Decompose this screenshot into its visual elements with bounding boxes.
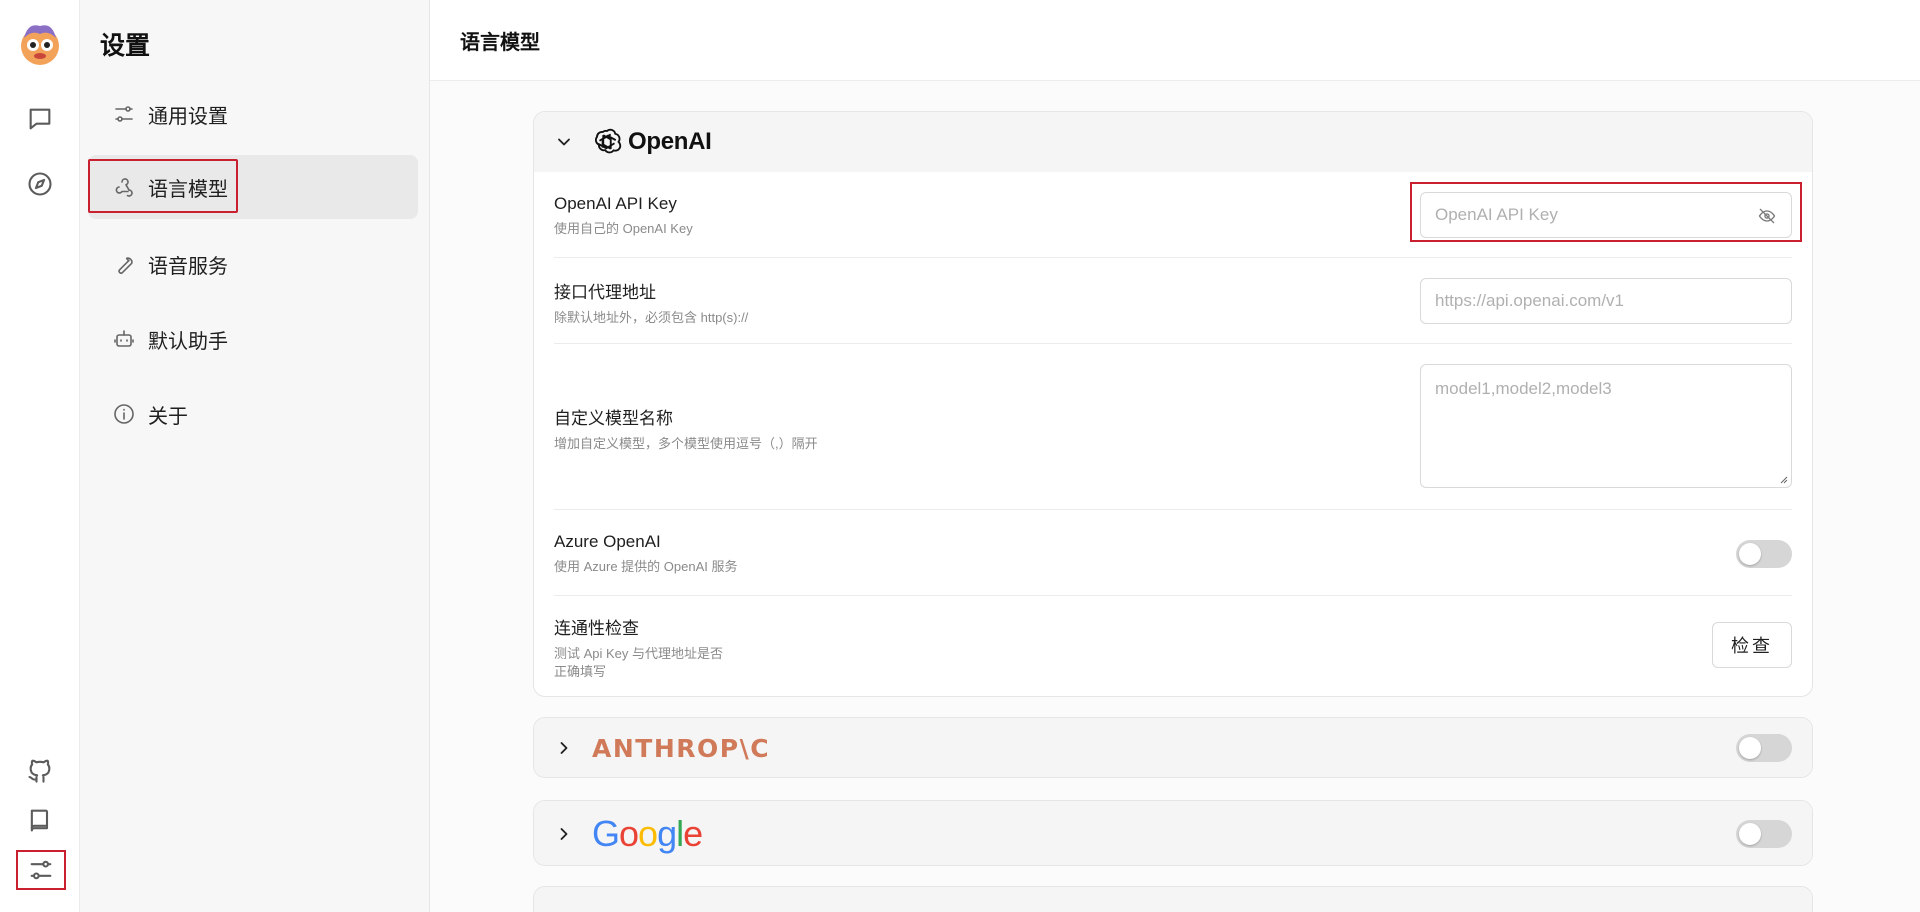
azure-desc: 使用 Azure 提供的 OpenAI 服务 [554,559,738,574]
toggle-knob [1739,543,1761,565]
google-letter: G [592,813,620,854]
api-key-title: OpenAI API Key [554,194,677,213]
google-letter: g [657,813,677,854]
sidebar-item-label: 默认助手 [148,330,228,353]
check-title: 连通性检查 [554,619,639,638]
next-provider-card [533,886,1813,912]
app-logo-avatar[interactable] [18,20,62,68]
github-nav-button[interactable] [20,750,60,790]
sidebar-item-label: 语言模型 [148,178,228,201]
proxy-desc: 除默认地址外，必须包含 http(s):// [554,310,749,325]
api-key-desc: 使用自己的 OpenAI Key [554,221,693,236]
sidebar-item-label: 语音服务 [148,255,228,278]
proxy-url-input[interactable]: https://api.openai.com/v1 [1420,278,1792,324]
wrench-icon [118,257,133,274]
anthropic-provider-card: ANTHROP\C [533,717,1813,778]
anthropic-brand: ANTHROP\C [592,733,771,763]
anthropic-card-header[interactable]: ANTHROP\C [534,718,1812,777]
openai-provider-card: OpenAI OpenAI API Key 使用自己的 OpenAI Key O… [533,111,1813,697]
google-letter: o [638,813,658,854]
custom-models-textarea[interactable]: model1,model2,model3 [1420,364,1792,488]
custom-models-desc: 增加自定义模型，多个模型使用逗号（,）隔开 [554,436,818,451]
proxy-title: 接口代理地址 [554,283,656,302]
anthropic-toggle[interactable] [1736,734,1792,762]
proxy-row: 接口代理地址 除默认地址外，必须包含 http(s):// https://ap… [554,258,1792,344]
book-icon [30,809,49,832]
google-letter: o [619,813,639,854]
connectivity-check-row: 连通性检查 测试 Api Key 与代理地址是否 正确填写 检查 [554,596,1792,696]
main-header: 语言模型 [430,0,1920,81]
robot-icon [114,330,134,347]
openai-card-header[interactable]: OpenAI [534,112,1812,172]
sidebar-title: 设置 [100,32,151,60]
resize-grip-icon[interactable] [1778,474,1788,484]
toggle-knob [1739,823,1761,845]
custom-models-title: 自定义模型名称 [554,409,673,428]
sidebar-item-language-model[interactable]: 语言模型 [88,155,418,219]
api-key-row: OpenAI API Key 使用自己的 OpenAI Key OpenAI A… [554,172,1802,258]
check-desc: 测试 Api Key 与代理地址是否 正确填写 [554,645,723,680]
sidebar-item-default-assistant[interactable]: 默认助手 [88,307,418,371]
google-provider-card: Google [533,800,1813,866]
chevron-down-icon[interactable] [554,132,574,152]
settings-sidebar: 设置 通用设置 语言模型 语音服务 默认助手 关于 [80,0,430,912]
sidebar-item-voice-service[interactable]: 语音服务 [88,232,418,296]
chevron-right-icon[interactable] [554,738,574,758]
page-title: 语言模型 [460,31,540,54]
google-toggle[interactable] [1736,820,1792,848]
app-rail [0,0,80,912]
google-card-header[interactable]: Google [534,801,1812,865]
toggle-knob [1739,737,1761,759]
azure-row: Azure OpenAI 使用 Azure 提供的 OpenAI 服务 [554,510,1792,596]
google-letter: e [683,813,703,854]
azure-title: Azure OpenAI [554,532,661,551]
github-icon [28,759,51,783]
proxy-url-placeholder: https://api.openai.com/v1 [1435,291,1625,310]
check-button[interactable]: 检查 [1712,622,1792,668]
azure-toggle[interactable] [1736,540,1792,568]
chat-bubble-icon [29,108,51,130]
sidebar-item-about[interactable]: 关于 [88,382,418,446]
check-desc-line1: 测试 Api Key 与代理地址是否 [554,646,724,661]
main-panel: 语言模型 OpenAI OpenAI API Key 使用自己的 OpenAI … [430,0,1920,912]
info-icon [114,404,134,424]
sidebar-item-label: 关于 [148,405,188,428]
openai-brand: OpenAI [592,127,712,157]
custom-models-row: 自定义模型名称 增加自定义模型，多个模型使用逗号（,）隔开 model1,mod… [554,344,1792,510]
discover-nav-button[interactable] [20,164,60,204]
openai-logo-icon [594,128,622,154]
compass-icon [28,172,52,196]
next-card-header[interactable] [534,887,1812,912]
settings-nav-button[interactable] [16,850,66,890]
eye-off-icon[interactable] [1757,206,1777,226]
openai-brand-name: OpenAI [628,128,712,155]
webhook-icon [115,178,133,197]
sidebar-item-general[interactable]: 通用设置 [88,82,418,146]
google-brand: Google [592,813,703,855]
docs-nav-button[interactable] [20,800,60,840]
api-key-placeholder: OpenAI API Key [1435,205,1558,224]
sliders-icon [115,106,133,122]
check-desc-line2: 正确填写 [554,663,607,679]
chat-nav-button[interactable] [20,99,60,139]
sidebar-item-label: 通用设置 [148,105,228,128]
chevron-right-icon[interactable] [554,824,574,844]
sliders-icon [30,860,52,880]
custom-models-placeholder: model1,model2,model3 [1435,379,1612,398]
api-key-input[interactable]: OpenAI API Key [1420,192,1792,238]
